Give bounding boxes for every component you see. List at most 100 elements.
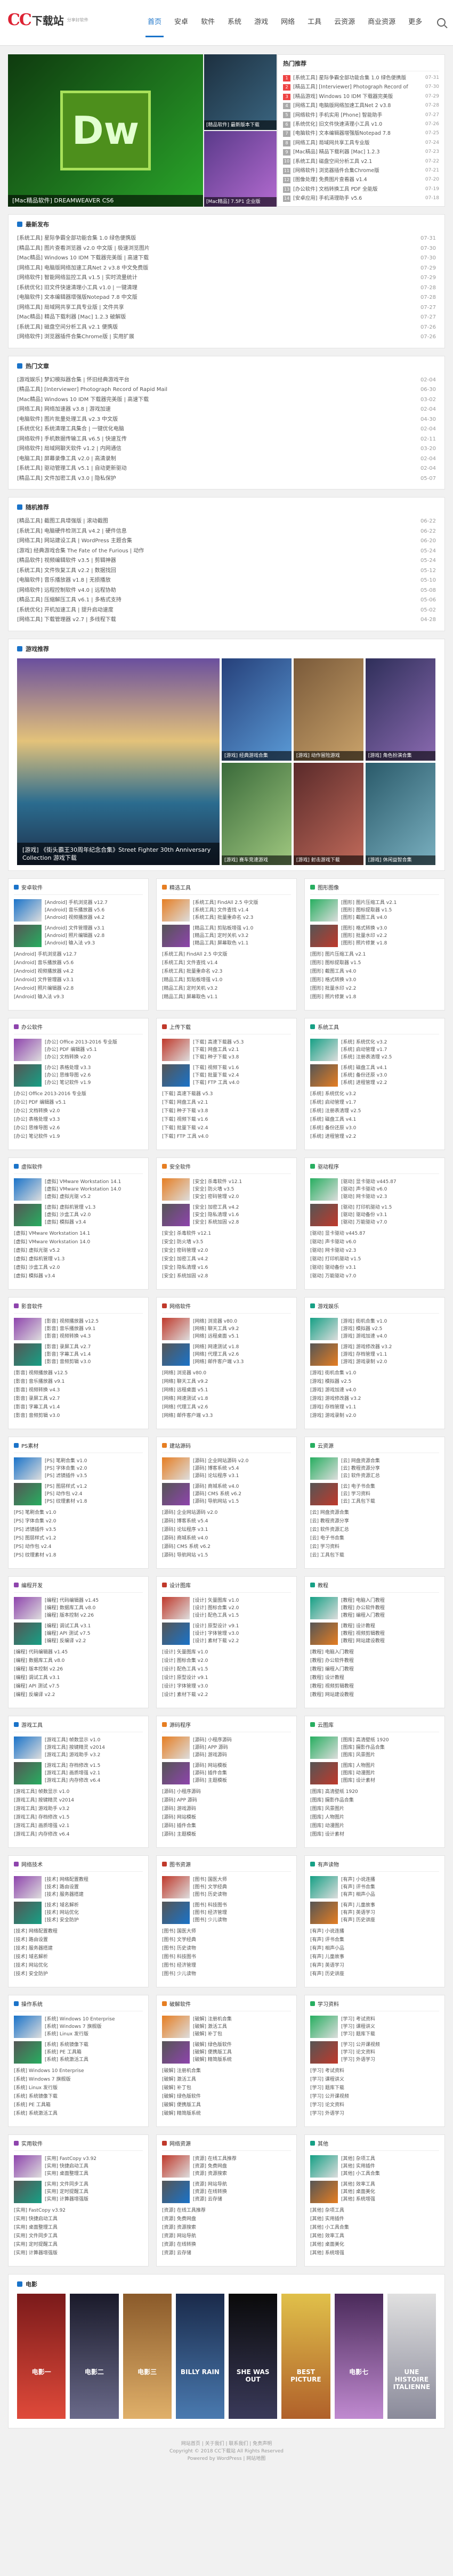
card-line[interactable]: [系统] PE 工具箱 — [45, 2049, 143, 2056]
list-item[interactable]: [网络工具] 网站建设工具 | WordPress 主题合集 06-20 — [17, 536, 436, 547]
movie-poster[interactable]: 电影一 — [17, 2293, 66, 2419]
card-list-item[interactable]: [图库] 风景图片 — [310, 1805, 439, 1813]
card-title[interactable]: 教程 — [318, 1581, 328, 1589]
card-list-item[interactable]: [教程] 设计教程 — [310, 1674, 439, 1682]
card-list-item[interactable]: [下载] 批量下载 v2.4 — [162, 1124, 291, 1132]
rank-row[interactable]: 1 [系统工具] 星际争霸全部功能合集 1.0 绿色便携版 07-31 — [283, 74, 439, 83]
gallery-thumb[interactable]: [游戏] 射击游戏下载 — [293, 762, 363, 865]
nav-item[interactable]: 云资源 — [328, 17, 361, 28]
card-list-item[interactable]: [图形] 格式转换 v3.0 — [310, 976, 439, 984]
card-list-item[interactable]: [PS] 纹理素材 v1.8 — [14, 1551, 143, 1560]
card-list-item[interactable]: [游戏工具] 内存修改 v6.4 — [14, 1830, 143, 1839]
list-item[interactable]: [游戏] 经典游戏合集 The Fate of the Furious | 动作… — [17, 547, 436, 557]
list-item[interactable]: [网络工具] 网络加速器 v3.8 | 游戏加速 02-04 — [17, 405, 436, 415]
card-feature[interactable]: [系统] 系统优化 v3.2 [系统] 启动管理 v1.7 [系统] 注册表清理 v… — [310, 1038, 439, 1061]
card-line[interactable]: [图库] 高清壁纸 1920 — [341, 1737, 439, 1744]
card-feature[interactable]: [教程] 设计教程 [教程] 视频剪辑教程 [教程] 网站建设教程 — [310, 1622, 439, 1645]
card-list-item[interactable]: [系统] Windows 10 Enterprise — [14, 2067, 143, 2075]
card-feature[interactable]: [安全] 加密工具 v4.2 [安全] 隐私清理 v1.6 [安全] 系统加固 v2… — [162, 1203, 291, 1226]
card-title[interactable]: 图形图像 — [318, 883, 339, 891]
card-title[interactable]: 安卓软件 — [21, 883, 43, 891]
card-line[interactable]: [图书] 历史读物 — [193, 1891, 291, 1898]
card-list-item[interactable]: [源码] 论坛程序 v3.1 — [162, 1526, 291, 1534]
card-list-item[interactable]: [图形] 截图工具 v4.0 — [310, 967, 439, 976]
card-list-item[interactable]: [系统] 系统激活工具 — [14, 2109, 143, 2118]
card-line[interactable]: [源码] 论坛程序 v3.1 — [193, 1472, 291, 1480]
card-feature[interactable]: [源码] 商城系统 v4.0 [源码] CMS 系统 v6.2 [源码] 导航网站 … — [162, 1482, 291, 1505]
card-line[interactable]: [资源] 在线工具推荐 — [193, 2155, 291, 2163]
card-list-item[interactable]: [驱动] 网卡驱动 v2.3 — [310, 1246, 439, 1255]
card-line[interactable]: [安全] 系统加固 v2.8 — [193, 1219, 291, 1226]
card-line[interactable]: [图库] 人物图片 — [341, 1762, 439, 1770]
gallery-thumb[interactable]: [游戏] 赛车竞速游戏 — [222, 762, 292, 865]
card-line[interactable]: [系统] Linux 发行版 — [45, 2031, 143, 2038]
card-line[interactable]: [安全] 防火墙 v3.5 — [193, 1186, 291, 1193]
card-line[interactable]: [PS] 纹理素材 v1.8 — [45, 1498, 143, 1505]
card-feature[interactable]: [图书] 科技图书 [图书] 经济管理 [图书] 少儿读物 — [162, 1901, 291, 1924]
card-feature[interactable]: [实用] FastCopy v3.92 [实用] 快捷启动工具 [实用] 桌面整理工… — [14, 2155, 143, 2178]
card-line[interactable]: [影音] 字幕工具 v1.4 — [45, 1351, 143, 1358]
rank-row[interactable]: 14 [安卓应用] 手机清理助手 v5.6 07-18 — [283, 194, 439, 203]
card-feature[interactable]: [图书] 国医大师 [图书] 文学经典 [图书] 历史读物 — [162, 1876, 291, 1898]
card-line[interactable]: [编程] 调试工具 v3.1 — [45, 1623, 143, 1630]
gallery-thumb[interactable]: [游戏] 休闲益智合集 — [365, 762, 435, 865]
card-list-item[interactable]: [虚拟] 虚拟机管理 v1.3 — [14, 1255, 143, 1263]
card-line[interactable]: [影音] 视频转换 v4.3 — [45, 1333, 143, 1340]
card-title[interactable]: 编程开发 — [21, 1581, 43, 1589]
card-list-item[interactable]: [学习] 公开课视频 — [310, 2092, 439, 2101]
card-list-item[interactable]: [Android] 输入法 v9.3 — [14, 993, 143, 1001]
card-line[interactable]: [教程] 设计教程 — [341, 1623, 439, 1630]
card-line[interactable]: [Android] 文件管理器 v3.1 — [45, 925, 143, 932]
card-list-item[interactable]: [技术] 安全防护 — [14, 1970, 143, 1978]
list-item[interactable]: [网络工具] 局域网共享工具专业版 | 文件共享 07-27 — [17, 303, 436, 313]
card-title[interactable]: 游戏娱乐 — [318, 1302, 339, 1310]
card-line[interactable]: [下载] 种子下载 v3.8 — [193, 1054, 291, 1061]
movie-poster[interactable]: BEST PICTURE — [281, 2293, 330, 2419]
card-line[interactable]: [系统] 系统镜像下载 — [45, 2041, 143, 2049]
card-list-item[interactable]: [游戏] 模拟器 v2.5 — [310, 1377, 439, 1386]
card-line[interactable]: [PS] 笔刷合集 v1.0 — [45, 1457, 143, 1465]
card-feature[interactable]: [下载] 高速下载器 v5.3 [下载] 网盘工具 v2.1 [下载] 种子下载 v… — [162, 1038, 291, 1061]
card-list-item[interactable]: [驱动] 万能驱动 v7.0 — [310, 1272, 439, 1281]
card-list-item[interactable]: [源码] APP 源码 — [162, 1796, 291, 1805]
card-line[interactable]: [安全] 隐私清理 v1.6 — [193, 1211, 291, 1219]
card-list-item[interactable]: [办公] 文档转换 v2.0 — [14, 1107, 143, 1115]
card-title[interactable]: 有声读物 — [318, 1860, 339, 1868]
card-line[interactable]: [有声] 相声小品 — [341, 1891, 439, 1898]
card-list-item[interactable]: [PS] 图层样式 v1.2 — [14, 1534, 143, 1543]
card-title[interactable]: 源码程序 — [169, 1721, 191, 1729]
card-list-item[interactable]: [编程] 代码编辑器 v1.45 — [14, 1648, 143, 1657]
card-line[interactable]: [有声] 儿童故事 — [341, 1902, 439, 1909]
card-title[interactable]: 云资源 — [318, 1441, 334, 1449]
card-title[interactable]: 上传下载 — [169, 1023, 191, 1031]
card-line[interactable]: [图形] 图标提取器 v1.5 — [341, 907, 439, 914]
card-line[interactable]: [驱动] 显卡驱动 v445.87 — [341, 1178, 439, 1186]
card-list-item[interactable]: [资源] 在线转换 — [162, 2240, 291, 2249]
card-list-item[interactable]: [图库] 动漫图片 — [310, 1822, 439, 1830]
card-feature[interactable]: [资源] 网站导航 [资源] 在线转换 [资源] 云存储 — [162, 2180, 291, 2203]
rank-row[interactable]: 11 [网络软件] 浏览器插件合集Chrome版 07-21 — [283, 166, 439, 175]
card-feature[interactable]: [设计] 原型设计 v9.1 [设计] 字体管理 v3.0 [设计] 素材下载 v2… — [162, 1622, 291, 1645]
card-list-item[interactable]: [Android] 视频播放器 v4.2 — [14, 967, 143, 976]
card-line[interactable]: [教程] 视频剪辑教程 — [341, 1630, 439, 1637]
card-list-item[interactable]: [安全] 系统加固 v2.8 — [162, 1272, 291, 1281]
card-line[interactable]: [虚拟] 沙盒工具 v2.0 — [45, 1211, 143, 1219]
card-list-item[interactable]: [图形] 照片修复 v1.8 — [310, 993, 439, 1001]
nav-item[interactable]: 系统 — [221, 17, 248, 28]
rank-row[interactable]: 4 [网络工具] 电脑版网络加速工具Net 2 v3.8 07-28 — [283, 101, 439, 110]
card-feature[interactable]: [有声] 儿童故事 [有声] 英语学习 [有声] 历史讲座 — [310, 1901, 439, 1924]
card-list-item[interactable]: [系统] 启动管理 v1.7 — [310, 1098, 439, 1107]
card-list-item[interactable]: [云] 电子书合集 — [310, 1534, 439, 1543]
card-line[interactable]: [其他] 实用插件 — [341, 2163, 439, 2170]
card-feature[interactable]: [系统工具] FindAll 2.5 中文版 [系统工具] 文件查找 v1.4 [系… — [162, 899, 291, 922]
card-list-item[interactable]: [图形] 图片压缩工具 v2.1 — [310, 950, 439, 959]
card-list-item[interactable]: [系统工具] 文件查找 v1.4 — [162, 959, 291, 967]
card-list-item[interactable]: [影音] 音频剪辑 v3.0 — [14, 1412, 143, 1420]
list-item[interactable]: [电脑软件] 文本编辑器增强版Notepad 7.8 中文版 07-28 — [17, 293, 436, 303]
card-feature[interactable]: [游戏工具] 帧数显示 v1.0 [游戏工具] 按键精灵 v2014 [游戏工具] … — [14, 1736, 143, 1759]
search-icon[interactable] — [437, 18, 446, 27]
card-line[interactable]: [下载] FTP 工具 v4.0 — [193, 1079, 291, 1087]
card-feature[interactable]: [实用] 文件同步工具 [实用] 定时提醒工具 [实用] 计算器增强版 — [14, 2180, 143, 2203]
card-feature[interactable]: [精品工具] 剪贴板增强 v1.0 [精品工具] 定时关机 v3.2 [精品工具] … — [162, 924, 291, 947]
card-feature[interactable]: [其他] 杂项工具 [其他] 实用插件 [其他] 小工具合集 — [310, 2155, 439, 2178]
